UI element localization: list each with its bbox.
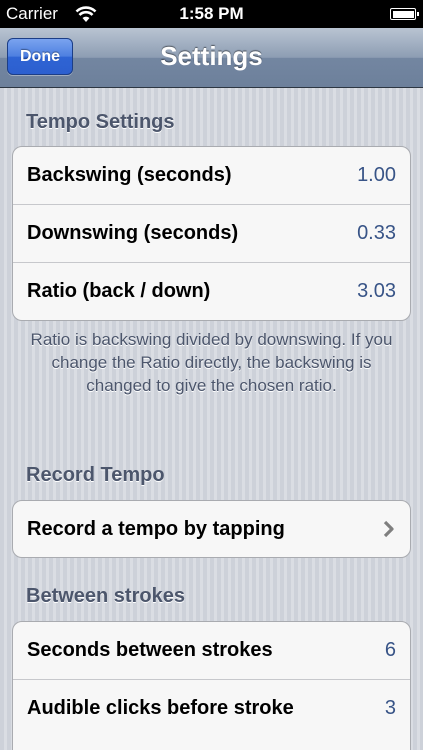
status-time: 1:58 PM [179, 4, 244, 23]
seconds-between-strokes-label: Seconds between strokes [27, 639, 273, 661]
downswing-label: Downswing (seconds) [27, 222, 239, 244]
page-title: Settings [160, 41, 263, 71]
backswing-row[interactable]: Backswing (seconds) 1.00 [13, 147, 410, 205]
seconds-between-strokes-row[interactable]: Seconds between strokes 6 [13, 622, 410, 680]
ratio-explanation: Ratio is backswing divided by downswing.… [30, 330, 393, 395]
record-tempo-label: Record a tempo by tapping [27, 518, 285, 540]
navigation-bar: Done Settings [0, 28, 423, 88]
ratio-label: Ratio (back / down) [27, 280, 211, 302]
audible-clicks-label: Audible clicks before stroke [27, 697, 294, 719]
downswing-value[interactable]: 0.33 [357, 222, 396, 245]
audible-clicks-row[interactable]: Audible clicks before stroke 3 [13, 680, 410, 738]
backswing-label: Backswing (seconds) [27, 164, 232, 186]
between-strokes-group: Seconds between strokes 6 Audible clicks… [12, 621, 411, 750]
chevron-right-icon [383, 520, 394, 538]
ratio-row[interactable]: Ratio (back / down) 3.03 [13, 263, 410, 320]
record-tempo-group: Record a tempo by tapping [12, 500, 411, 558]
record-tempo-row[interactable]: Record a tempo by tapping [13, 501, 410, 557]
section-header-tempo-settings: Tempo Settings [26, 111, 175, 133]
section-header-record-tempo: Record Tempo [26, 464, 165, 486]
tempo-settings-group: Backswing (seconds) 1.00 Downswing (seco… [12, 146, 411, 321]
audible-clicks-value[interactable]: 3 [385, 697, 396, 720]
battery-icon [390, 8, 419, 20]
downswing-row[interactable]: Downswing (seconds) 0.33 [13, 205, 410, 263]
ratio-value[interactable]: 3.03 [357, 280, 396, 303]
seconds-between-strokes-value[interactable]: 6 [385, 639, 396, 662]
backswing-value[interactable]: 1.00 [357, 164, 396, 187]
status-bar: Carrier 1:58 PM [0, 0, 423, 28]
section-header-between-strokes: Between strokes [26, 585, 185, 607]
